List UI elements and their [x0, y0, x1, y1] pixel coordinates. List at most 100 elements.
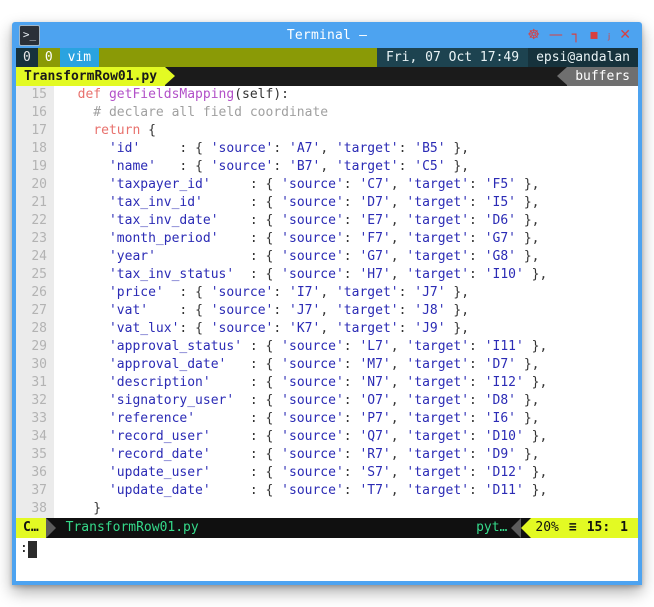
status-filetype: pyt…	[472, 518, 512, 538]
line-number: 38	[16, 500, 54, 518]
tab-transformrow01[interactable]: TransformRow01.py	[16, 67, 166, 86]
status-arrow-left-icon	[511, 518, 522, 538]
line-number: 22	[16, 212, 54, 230]
tab-arrow-left-icon	[557, 67, 568, 85]
code-line: 30 'approval_date' : { 'source': 'M7', '…	[16, 356, 638, 374]
code-line: 15 def getFieldsMapping(self):	[16, 86, 638, 104]
code-line-text: 'tax_inv_date' : { 'source': 'E7', 'targ…	[108, 213, 540, 228]
tmux-status-bar: 0 0 vim Fri, 07 Oct 17:49 epsi@andalan	[16, 48, 638, 67]
tab-arrow-right-icon	[165, 67, 176, 85]
code-line: 22 'tax_inv_date' : { 'source': 'E7', 't…	[16, 212, 638, 230]
tabline-spacer	[175, 67, 558, 86]
code-line-text: 'approval_status' : { 'source': 'L7', 't…	[108, 339, 548, 354]
line-number: 25	[16, 266, 54, 284]
line-number: 29	[16, 338, 54, 356]
tmux-window-name-vim[interactable]: vim	[59, 48, 100, 67]
vim-status-line: C… TransformRow01.py pyt… 20% ≡ 15: 1	[16, 518, 638, 538]
line-number: 24	[16, 248, 54, 266]
code-line-text: 'update_date' : { 'source': 'T7', 'targe…	[108, 483, 548, 498]
line-number: 30	[16, 356, 54, 374]
code-line-text: 'tax_inv_id' : { 'source': 'D7', 'target…	[108, 195, 540, 210]
code-editor-area[interactable]: 15 def getFieldsMapping(self): 16 # decla…	[16, 86, 638, 518]
code-line: 21 'tax_inv_id' : { 'source': 'D7', 'tar…	[16, 194, 638, 212]
vim-mode-indicator: C…	[16, 518, 46, 538]
code-line-text: }	[62, 501, 102, 516]
line-number: 23	[16, 230, 54, 248]
code-line: 35 'record_date' : { 'source': 'R7', 'ta…	[16, 446, 638, 464]
code-line: 19 'name' : { 'source': 'B7', 'target': …	[16, 158, 638, 176]
dot-icon[interactable]: ▪	[589, 28, 599, 42]
title-bar[interactable]: >_ Terminal – ☸ — ┐ ▪ ⱼ ✕	[16, 22, 638, 48]
line-number: 33	[16, 410, 54, 428]
line-number: 21	[16, 194, 54, 212]
text-cursor	[27, 540, 37, 558]
code-line-text: 'record_user' : { 'source': 'Q7', 'targe…	[108, 429, 548, 444]
status-arrow-right-icon	[45, 518, 56, 538]
maximize-icon[interactable]: ┐	[572, 28, 580, 42]
code-line: 17 return {	[16, 122, 638, 140]
terminal-content: 0 0 vim Fri, 07 Oct 17:49 epsi@andalan T…	[16, 48, 638, 581]
line-number: 28	[16, 320, 54, 338]
line-number: 19	[16, 158, 54, 176]
terminal-window: >_ Terminal – ☸ — ┐ ▪ ⱼ ✕ 0 0 vim Fri, 0…	[12, 22, 642, 585]
line-number: 34	[16, 428, 54, 446]
tmux-user-host: epsi@andalan	[528, 48, 638, 67]
line-number: 37	[16, 482, 54, 500]
code-line-text: 'id' : { 'source': 'A7', 'target': 'B5' …	[108, 141, 470, 156]
code-line-text: 'description' : { 'source': 'N7', 'targe…	[108, 375, 548, 390]
code-line: 18 'id' : { 'source': 'A7', 'target': 'B…	[16, 140, 638, 158]
status-position-group: 20% ≡ 15: 1	[531, 518, 638, 538]
code-line: 34 'record_user' : { 'source': 'Q7', 'ta…	[16, 428, 638, 446]
line-number: 27	[16, 302, 54, 320]
line-number: 31	[16, 374, 54, 392]
tmux-window-index[interactable]: 0	[37, 48, 60, 67]
shade-icon[interactable]: ⱼ	[608, 28, 610, 42]
minimize-icon[interactable]: —	[549, 28, 563, 42]
status-arrow-left-accent-icon	[521, 518, 532, 538]
code-line: 26 'price' : { 'source': 'I7', 'target':…	[16, 284, 638, 302]
code-line-text: 'taxpayer_id' : { 'source': 'C7', 'targe…	[108, 177, 540, 192]
status-percent: 20%	[535, 520, 559, 535]
code-line: 28 'vat_lux': { 'source': 'K7', 'target'…	[16, 320, 638, 338]
code-line: 16 # declare all field coordinate	[16, 104, 638, 122]
code-line: 27 'vat' : { 'source': 'J7', 'target': '…	[16, 302, 638, 320]
line-number: 17	[16, 122, 54, 140]
code-line: 29 'approval_status' : { 'source': 'L7',…	[16, 338, 638, 356]
code-line-text: 'record_date' : { 'source': 'R7', 'targe…	[108, 447, 540, 462]
window-controls: ☸ — ┐ ▪ ⱼ ✕	[527, 28, 636, 42]
code-line-text: 'tax_inv_status' : { 'source': 'H7', 'ta…	[108, 267, 548, 282]
command-prompt: :	[20, 541, 28, 556]
line-number: 20	[16, 176, 54, 194]
code-line-text: 'year' : { 'source': 'G7', 'target': 'G8…	[108, 249, 540, 264]
line-number: 18	[16, 140, 54, 158]
code-line-text: 'vat' : { 'source': 'J7', 'target': 'J8'…	[108, 303, 470, 318]
code-line-text: 'signatory_user' : { 'source': 'O7', 'ta…	[108, 393, 540, 408]
code-line-text: return {	[93, 123, 156, 138]
line-number: 26	[16, 284, 54, 302]
vim-tabline: TransformRow01.py buffers	[16, 67, 638, 86]
code-line: 24 'year' : { 'source': 'G7', 'target': …	[16, 248, 638, 266]
buffers-label[interactable]: buffers	[567, 67, 638, 86]
code-line-text: 'vat_lux': { 'source': 'K7', 'target': '…	[108, 321, 470, 336]
code-line-text: def getFieldsMapping(self):	[77, 87, 289, 102]
code-line-text: 'month_period' : { 'source': 'F7', 'targ…	[108, 231, 540, 246]
line-number: 16	[16, 104, 54, 122]
tmux-spacer	[99, 48, 378, 67]
code-line: 32 'signatory_user' : { 'source': 'O7', …	[16, 392, 638, 410]
code-line-text: 'update_user' : { 'source': 'S7', 'targe…	[108, 465, 548, 480]
code-line: 20 'taxpayer_id' : { 'source': 'C7', 'ta…	[16, 176, 638, 194]
code-line: 33 'reference' : { 'source': 'P7', 'targ…	[16, 410, 638, 428]
code-line-text: 'name' : { 'source': 'B7', 'target': 'C5…	[108, 159, 470, 174]
code-line: 36 'update_user' : { 'source': 'S7', 'ta…	[16, 464, 638, 482]
line-number: 36	[16, 464, 54, 482]
code-line-text: # declare all field coordinate	[62, 105, 329, 120]
code-line: 38 }	[16, 500, 638, 518]
tmux-session-index[interactable]: 0	[16, 48, 38, 67]
status-line-number: 15:	[586, 520, 611, 535]
code-line-text: 'reference' : { 'source': 'P7', 'target'…	[108, 411, 540, 426]
close-icon[interactable]: ✕	[619, 28, 631, 42]
code-line: 37 'update_date' : { 'source': 'T7', 'ta…	[16, 482, 638, 500]
terminal-prompt-icon: >_	[19, 24, 40, 46]
vim-command-line[interactable]: :	[16, 538, 638, 560]
settings-icon[interactable]: ☸	[527, 28, 540, 42]
